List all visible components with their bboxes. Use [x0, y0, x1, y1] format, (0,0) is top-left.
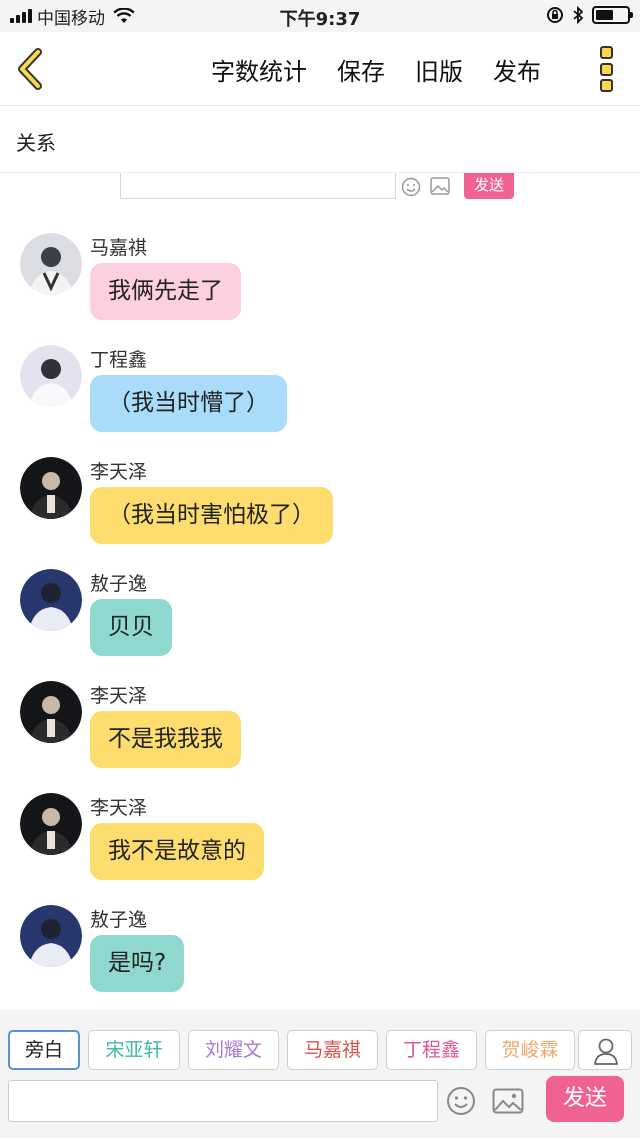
chat-message[interactable]: 马嘉祺 我俩先走了: [20, 233, 620, 329]
message-input[interactable]: [8, 1080, 438, 1122]
nav-bar: 字数统计 保存 旧版 发布: [0, 32, 640, 106]
sender-name: 李天泽: [90, 685, 148, 707]
chat-message[interactable]: 敖子逸 是吗?: [20, 905, 620, 1001]
battery-fill: [596, 10, 613, 20]
sender-name: 马嘉祺: [90, 237, 148, 259]
orientation-lock-icon: [547, 7, 563, 23]
embedded-emoji-icon: [401, 177, 421, 197]
more-menu-icon[interactable]: [600, 46, 614, 92]
message-bubble[interactable]: 是吗?: [90, 935, 185, 992]
message-bubble[interactable]: 我不是故意的: [90, 823, 264, 880]
role-chip[interactable]: 贺峻霖: [485, 1030, 575, 1070]
message-bubble[interactable]: （我当时害怕极了）: [90, 487, 333, 544]
chat-message[interactable]: 丁程鑫 （我当时懵了）: [20, 345, 620, 441]
sender-name: 丁程鑫: [90, 349, 148, 371]
avatar[interactable]: [20, 457, 82, 519]
role-chip[interactable]: 宋亚轩: [88, 1030, 180, 1070]
chat-message[interactable]: 李天泽 不是我我我: [20, 681, 620, 777]
status-bar: 中国移动 下午9:37: [0, 0, 640, 32]
message-bubble[interactable]: 我俩先走了: [90, 263, 241, 320]
avatar[interactable]: [20, 345, 82, 407]
section-title: 关系: [0, 107, 640, 173]
add-role-button[interactable]: [578, 1030, 632, 1070]
back-icon[interactable]: [12, 46, 48, 92]
chat-message[interactable]: 李天泽 我不是故意的: [20, 793, 620, 889]
message-bubble[interactable]: 不是我我我: [90, 711, 241, 768]
avatar[interactable]: [20, 681, 82, 743]
role-chip[interactable]: 刘耀文: [188, 1030, 279, 1070]
old-version-button[interactable]: 旧版: [415, 52, 463, 87]
status-time: 下午9:37: [279, 9, 361, 30]
sender-name: 敖子逸: [90, 573, 148, 595]
embedded-input-field: [120, 173, 396, 199]
nav-actions: 字数统计 保存 旧版 发布: [211, 52, 571, 87]
embedded-composer-preview: 发送: [120, 173, 525, 201]
avatar[interactable]: [20, 793, 82, 855]
avatar[interactable]: [20, 233, 82, 295]
user-icon: [594, 1038, 618, 1065]
avatar[interactable]: [20, 569, 82, 631]
send-button[interactable]: 发送: [546, 1076, 624, 1122]
role-chip[interactable]: 马嘉祺: [287, 1030, 378, 1070]
chat-message[interactable]: 李天泽 （我当时害怕极了）: [20, 457, 620, 553]
battery-icon: [592, 6, 633, 24]
publish-button[interactable]: 发布: [493, 52, 541, 87]
emoji-icon[interactable]: [446, 1086, 476, 1116]
save-button[interactable]: 保存: [337, 52, 385, 87]
avatar[interactable]: [20, 905, 82, 967]
word-count-button[interactable]: 字数统计: [211, 52, 307, 87]
image-icon[interactable]: [492, 1088, 524, 1114]
chat-message[interactable]: 敖子逸 贝贝: [20, 569, 620, 665]
bluetooth-icon: [573, 6, 584, 24]
status-right: [546, 6, 633, 24]
sender-name: 敖子逸: [90, 909, 148, 931]
sender-name: 李天泽: [90, 461, 148, 483]
composer-panel: 旁白 宋亚轩 刘耀文 马嘉祺 丁程鑫 贺峻霖 发送: [0, 1010, 640, 1138]
role-chip[interactable]: 丁程鑫: [386, 1030, 477, 1070]
role-chip-narrator[interactable]: 旁白: [8, 1030, 80, 1070]
embedded-image-icon: [430, 177, 450, 195]
role-selector: 旁白 宋亚轩 刘耀文 马嘉祺 丁程鑫 贺峻霖: [8, 1030, 583, 1070]
message-bubble[interactable]: 贝贝: [90, 599, 172, 656]
sender-name: 李天泽: [90, 797, 148, 819]
embedded-send-button: 发送: [464, 173, 514, 199]
message-bubble[interactable]: （我当时懵了）: [90, 375, 287, 432]
